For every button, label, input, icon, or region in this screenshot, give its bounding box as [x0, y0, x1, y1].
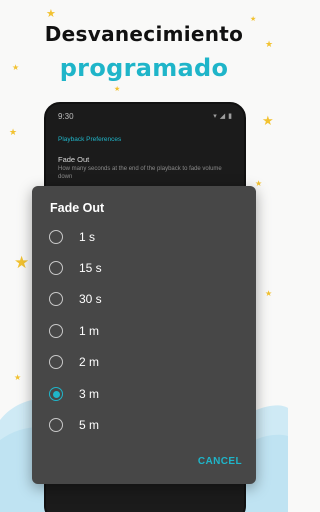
fade-out-setting[interactable]: Fade Out How many seconds at the end of … — [46, 147, 244, 181]
option-label: 1 m — [79, 324, 100, 338]
radio-button[interactable] — [49, 418, 63, 432]
headline-line-1: Desvanecimiento — [44, 22, 244, 46]
setting-title: Fade Out — [58, 155, 90, 164]
option-label: 1 s — [79, 230, 96, 244]
option-label: 5 m — [79, 418, 100, 432]
option-label: 30 s — [79, 292, 102, 306]
option-5m[interactable]: 5 m — [46, 411, 242, 439]
setting-summary: How many seconds at the end of the playb… — [58, 166, 222, 180]
option-15s[interactable]: 15 s — [46, 254, 242, 282]
settings-category: Playback Preferences — [58, 136, 122, 143]
status-bar: 9:30 ▾ ◢ ▮ — [46, 104, 244, 128]
dialog-title: Fade Out — [50, 201, 105, 215]
radio-button[interactable] — [49, 324, 63, 338]
status-time: 9:30 — [58, 111, 74, 121]
star-icon: ★ — [14, 253, 30, 272]
signal-icon: ◢ — [219, 113, 226, 120]
star-icon: ★ — [12, 63, 20, 72]
option-2m[interactable]: 2 m — [46, 348, 242, 376]
radio-button[interactable] — [49, 292, 63, 306]
star-icon: ★ — [255, 179, 263, 188]
option-30s[interactable]: 30 s — [46, 285, 242, 313]
star-icon: ★ — [262, 113, 274, 128]
fade-out-dialog: Fade Out 1 s 15 s 30 s 1 m 2 m 3 m 5 m C… — [32, 186, 256, 484]
option-1m[interactable]: 1 m — [46, 317, 242, 345]
headline-line-2: programado — [59, 54, 229, 82]
option-label: 15 s — [79, 261, 102, 275]
star-icon: ★ — [265, 39, 274, 49]
battery-icon: ▮ — [228, 113, 232, 120]
radio-button[interactable] — [49, 355, 63, 369]
radio-button[interactable] — [49, 230, 63, 244]
option-1s[interactable]: 1 s — [46, 223, 242, 251]
star-icon: ★ — [46, 8, 56, 20]
wifi-icon: ▾ — [213, 113, 217, 120]
option-3m[interactable]: 3 m — [46, 380, 242, 408]
option-label: 2 m — [79, 355, 100, 369]
star-icon: ★ — [250, 16, 257, 23]
star-icon: ★ — [114, 86, 121, 93]
star-icon: ★ — [265, 289, 273, 298]
star-icon: ★ — [9, 127, 18, 137]
cancel-button[interactable]: CANCEL — [198, 456, 242, 467]
option-label: 3 m — [79, 387, 100, 401]
radio-button-selected[interactable] — [49, 387, 63, 401]
radio-button[interactable] — [49, 261, 63, 275]
